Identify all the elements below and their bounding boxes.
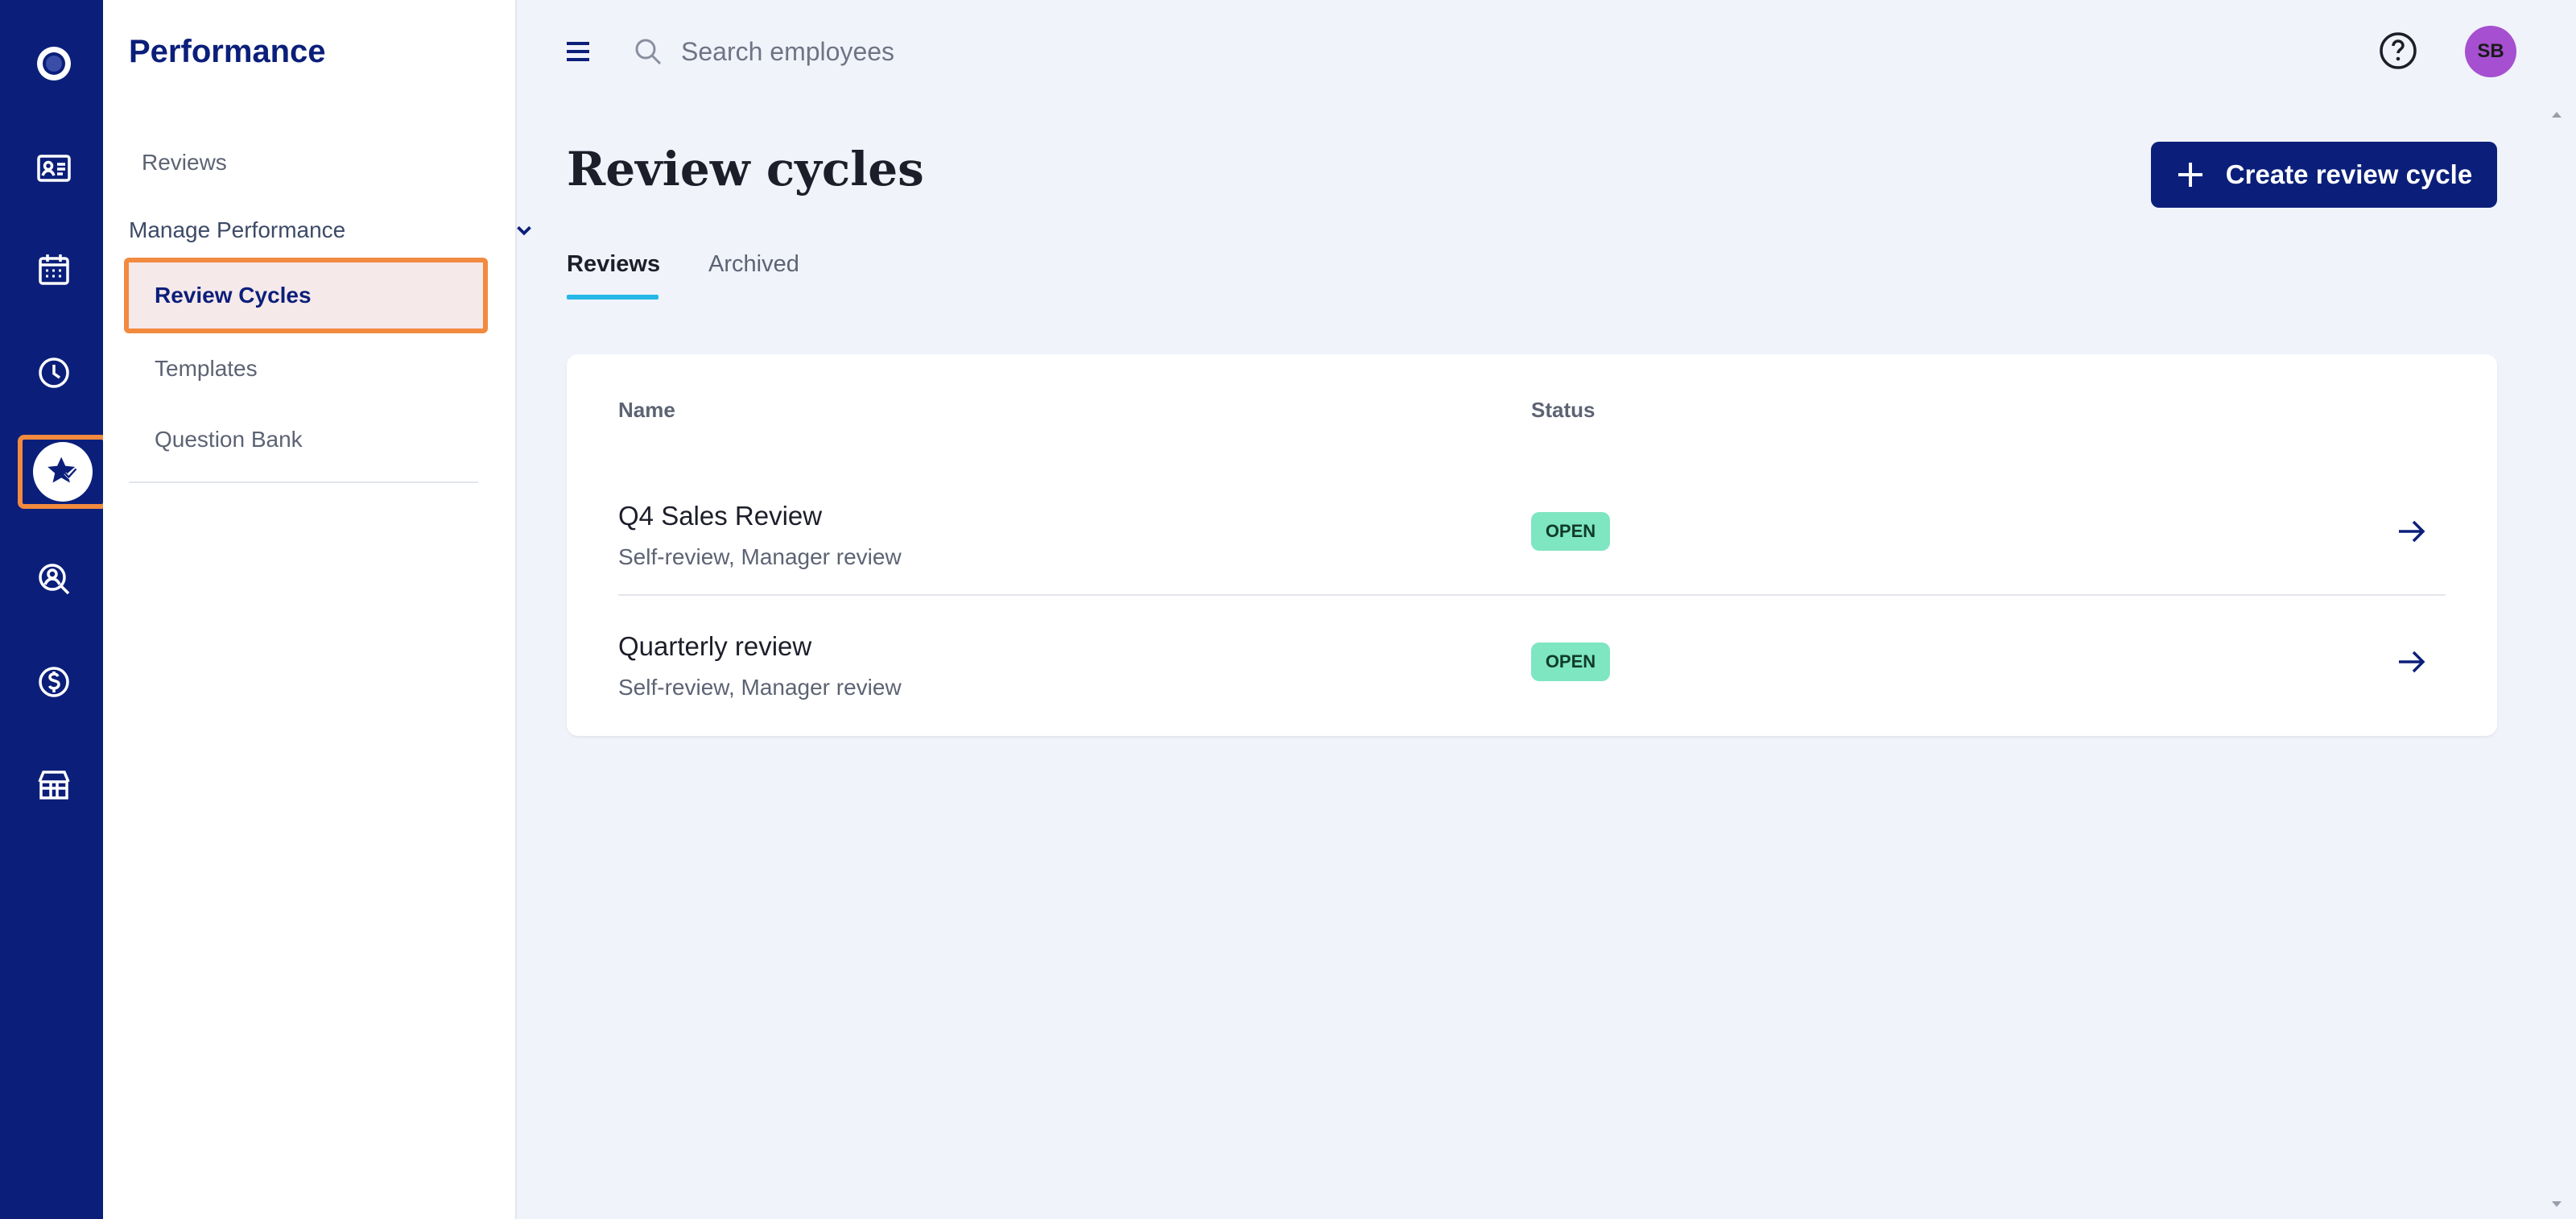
arrow-right-icon[interactable] bbox=[2392, 643, 2431, 681]
icon-rail bbox=[0, 0, 108, 1219]
review-name[interactable]: Quarterly review bbox=[618, 631, 811, 662]
sidebar-item-question-bank[interactable]: Question Bank bbox=[155, 427, 303, 452]
plus-icon bbox=[2178, 163, 2202, 187]
performance-nav-button[interactable] bbox=[18, 435, 108, 509]
search-bar bbox=[633, 29, 1277, 74]
review-cycles-table: Name Status Q4 Sales Review Self-review,… bbox=[567, 354, 2497, 736]
manage-performance-group[interactable]: Manage Performance bbox=[129, 217, 581, 243]
sidebar-item-reviews[interactable]: Reviews bbox=[142, 150, 227, 176]
star-performance-icon bbox=[33, 442, 93, 502]
arrow-right-icon[interactable] bbox=[2392, 512, 2431, 551]
status-badge: OPEN bbox=[1531, 512, 1610, 551]
calendar-icon[interactable] bbox=[19, 235, 89, 304]
sidebar-item-review-cycles[interactable]: Review Cycles bbox=[124, 258, 488, 333]
hamburger-menu-icon[interactable] bbox=[564, 37, 592, 66]
search-icon bbox=[635, 39, 662, 65]
logo-icon[interactable] bbox=[19, 29, 89, 98]
table-row[interactable]: Quarterly review Self-review, Manager re… bbox=[618, 596, 2446, 726]
chevron-down-icon bbox=[517, 225, 531, 236]
performance-sidebar: Performance Reviews Manage Performance R… bbox=[103, 0, 531, 1219]
dollar-icon[interactable] bbox=[19, 647, 89, 717]
clock-icon[interactable] bbox=[19, 338, 89, 407]
create-button-label: Create review cycle bbox=[2225, 159, 2473, 189]
scroll-down-icon[interactable] bbox=[2550, 1200, 2563, 1209]
status-badge: OPEN bbox=[1531, 643, 1610, 681]
create-review-cycle-button[interactable]: Create review cycle bbox=[2151, 142, 2497, 208]
group-label: Manage Performance bbox=[129, 217, 346, 242]
review-types: Self-review, Manager review bbox=[618, 544, 902, 569]
table-row[interactable]: Q4 Sales Review Self-review, Manager rev… bbox=[618, 465, 2446, 596]
review-name[interactable]: Q4 Sales Review bbox=[618, 501, 822, 531]
person-search-icon[interactable] bbox=[19, 544, 89, 614]
search-input[interactable] bbox=[681, 36, 1245, 67]
tab-archived[interactable]: Archived bbox=[708, 251, 799, 278]
help-icon[interactable] bbox=[2378, 31, 2418, 71]
sidebar-title: Performance bbox=[129, 34, 326, 69]
page-title: Review cycles bbox=[567, 142, 924, 196]
scroll-up-icon[interactable] bbox=[2550, 110, 2563, 119]
sidebar-divider bbox=[129, 481, 478, 483]
tab-reviews[interactable]: Reviews bbox=[567, 251, 660, 278]
storefront-icon[interactable] bbox=[19, 750, 89, 820]
active-tab-indicator bbox=[567, 295, 658, 300]
avatar[interactable]: SB bbox=[2465, 26, 2516, 77]
column-header-status: Status bbox=[1531, 398, 1596, 422]
column-header-name: Name bbox=[618, 398, 675, 422]
sidebar-item-templates[interactable]: Templates bbox=[155, 356, 258, 382]
review-types: Self-review, Manager review bbox=[618, 675, 902, 700]
contact-card-icon[interactable] bbox=[19, 134, 89, 203]
